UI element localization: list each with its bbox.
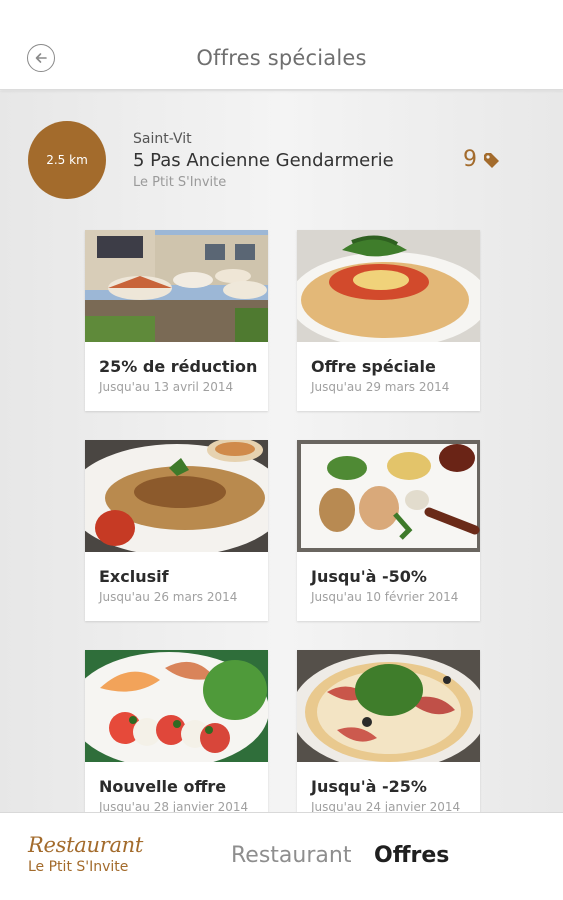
tag-icon [484, 152, 499, 168]
bottom-nav: Restaurant Le Ptit S'Invite Restaurant O… [0, 812, 563, 900]
offer-card[interactable]: Exclusif Jusqu'au 26 mars 2014 [85, 440, 268, 621]
offer-title: Nouvelle offre [99, 777, 227, 796]
offer-date: Jusqu'au 13 avril 2014 [99, 380, 234, 394]
offer-card[interactable]: Offre spéciale Jusqu'au 29 mars 2014 [297, 230, 480, 411]
store-city: Saint-Vit [133, 131, 192, 147]
tab-restaurant[interactable]: Restaurant [231, 843, 351, 868]
logo-subtitle: Le Ptit S'Invite [28, 859, 129, 875]
offer-card[interactable]: Nouvelle offre Jusqu'au 28 janvier 2014 [85, 650, 268, 812]
offer-date: Jusqu'au 10 février 2014 [311, 590, 459, 604]
tomato-mozzarella-salad-photo [85, 650, 268, 762]
app-header: Offres spéciales [0, 0, 563, 90]
offer-card[interactable]: 25% de réduction Jusqu'au 13 avril 2014 [85, 230, 268, 411]
tab-offres[interactable]: Offres [374, 843, 449, 868]
offer-title: Jusqu'à -50% [311, 567, 427, 586]
calzone-pizza-photo [297, 230, 480, 342]
chicken-cream-sauce-photo [85, 440, 268, 552]
offer-count: 9 [463, 147, 500, 172]
page-title: Offres spéciales [196, 46, 367, 70]
offer-date: Jusqu'au 24 janvier 2014 [311, 800, 461, 812]
offer-date: Jusqu'au 26 mars 2014 [99, 590, 238, 604]
offer-title: Offre spéciale [311, 357, 436, 376]
logo-script: Restaurant [28, 833, 144, 857]
offer-card[interactable]: Jusqu'à -25% Jusqu'au 24 janvier 2014 [297, 650, 480, 812]
offer-title: Jusqu'à -25% [311, 777, 427, 796]
offers-content[interactable]: 2.5 km Saint-Vit 5 Pas Ancienne Gendarme… [0, 91, 563, 812]
restaurant-logo[interactable]: Restaurant Le Ptit S'Invite [28, 833, 144, 875]
offer-date: Jusqu'au 29 mars 2014 [311, 380, 450, 394]
foie-gras-plate-photo [297, 440, 480, 552]
distance-badge: 2.5 km [28, 121, 106, 199]
offer-count-value: 9 [463, 147, 477, 172]
store-street: 5 Pas Ancienne Gendarmerie [133, 150, 394, 171]
store-info[interactable]: 2.5 km Saint-Vit 5 Pas Ancienne Gendarme… [0, 91, 563, 211]
store-name: Le Ptit S'Invite [133, 175, 227, 190]
restaurant-terrace-photo [85, 230, 268, 342]
offer-title: 25% de réduction [99, 357, 258, 376]
offer-date: Jusqu'au 28 janvier 2014 [99, 800, 249, 812]
offer-title: Exclusif [99, 567, 169, 586]
offer-card[interactable]: Jusqu'à -50% Jusqu'au 10 février 2014 [297, 440, 480, 621]
ham-arugula-pizza-photo [297, 650, 480, 762]
